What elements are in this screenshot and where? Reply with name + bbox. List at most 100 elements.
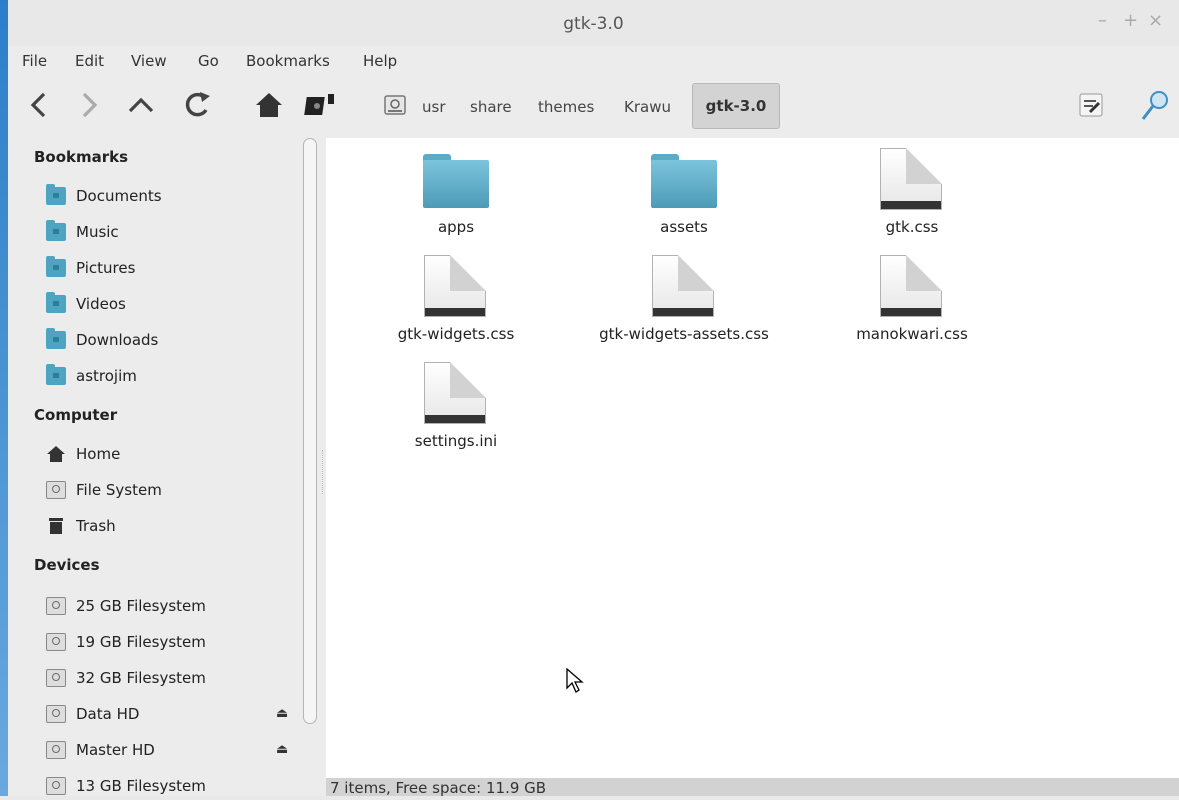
folder-icon bbox=[46, 292, 66, 313]
crumb-themes[interactable]: themes bbox=[538, 98, 594, 116]
sidebar-item-label: 13 GB Filesystem bbox=[76, 777, 206, 795]
disk-icon[interactable] bbox=[378, 88, 412, 122]
text-file-icon bbox=[424, 362, 486, 424]
sidebar-item-device[interactable]: 25 GB Filesystem bbox=[46, 594, 282, 620]
sidebar-item-label: Downloads bbox=[76, 331, 159, 349]
file-manager-window: gtk-3.0 – + × File Edit View Go Bookmark… bbox=[8, 0, 1179, 797]
home-icon[interactable] bbox=[252, 88, 286, 122]
crumb-krawu[interactable]: Krawu bbox=[624, 98, 671, 116]
sidebar-item-file-system[interactable]: File System bbox=[46, 478, 282, 504]
sidebar-item-label: Data HD bbox=[76, 705, 140, 723]
menu-view[interactable]: View bbox=[131, 52, 167, 70]
search-icon[interactable] bbox=[1138, 88, 1172, 122]
text-file-icon bbox=[424, 255, 486, 317]
sidebar-item-device[interactable]: 32 GB Filesystem bbox=[46, 666, 282, 692]
window-title: gtk-3.0 bbox=[563, 14, 624, 34]
sidebar-item-label: 32 GB Filesystem bbox=[76, 669, 206, 687]
sidebar-item-device[interactable]: 19 GB Filesystem bbox=[46, 630, 282, 656]
eject-icon[interactable]: ⏏ bbox=[276, 706, 288, 721]
disk-icon bbox=[46, 705, 66, 723]
minimize-button[interactable]: – bbox=[1098, 10, 1107, 31]
disk-icon bbox=[46, 777, 66, 795]
sidebar-item-label: Videos bbox=[76, 295, 126, 313]
sidebar-item-home[interactable]: Home bbox=[46, 442, 282, 468]
close-button[interactable]: × bbox=[1148, 10, 1163, 31]
text-file-icon bbox=[880, 255, 942, 317]
crumb-current[interactable]: gtk-3.0 bbox=[692, 83, 780, 129]
up-icon[interactable] bbox=[124, 88, 158, 122]
section-bookmarks: Bookmarks bbox=[34, 148, 129, 166]
sidebar-item-label: Music bbox=[76, 223, 119, 241]
sidebar-item-label: Home bbox=[76, 445, 121, 463]
reload-icon[interactable] bbox=[180, 88, 214, 122]
trash-icon bbox=[49, 518, 63, 534]
section-devices: Devices bbox=[34, 556, 100, 574]
title-bar[interactable]: gtk-3.0 – + × bbox=[8, 0, 1179, 46]
maximize-button[interactable]: + bbox=[1123, 10, 1138, 31]
sidebar-item-label: File System bbox=[76, 481, 162, 499]
menu-bar: File Edit View Go Bookmarks Help bbox=[8, 48, 1179, 76]
file-name: settings.ini bbox=[414, 432, 498, 450]
sidebar-item-label: 25 GB Filesystem bbox=[76, 597, 206, 615]
sidebar-item-astrojim[interactable]: astrojim bbox=[46, 364, 282, 390]
crumb-current-label: gtk-3.0 bbox=[705, 97, 767, 115]
menu-edit[interactable]: Edit bbox=[75, 52, 104, 70]
sidebar: Bookmarks Documents Music Pictures Video… bbox=[8, 138, 326, 796]
disk-icon bbox=[46, 597, 66, 615]
sidebar-item-pictures[interactable]: Pictures bbox=[46, 256, 282, 282]
crumb-share[interactable]: share bbox=[470, 98, 512, 116]
sidebar-item-trash[interactable]: Trash bbox=[46, 514, 282, 540]
sidebar-item-label: astrojim bbox=[76, 367, 137, 385]
sidebar-item-label: Documents bbox=[76, 187, 162, 205]
back-icon[interactable] bbox=[22, 88, 56, 122]
drive-icon[interactable] bbox=[304, 88, 338, 122]
menu-bookmarks[interactable]: Bookmarks bbox=[246, 52, 330, 70]
folder-icon bbox=[423, 154, 489, 208]
file-name: gtk-widgets.css bbox=[397, 325, 515, 343]
folder-icon bbox=[46, 220, 66, 241]
folder-icon bbox=[651, 154, 717, 208]
folder-icon bbox=[46, 328, 66, 349]
sidebar-item-music[interactable]: Music bbox=[46, 220, 282, 246]
folder-icon bbox=[46, 256, 66, 277]
file-name: apps bbox=[437, 218, 475, 236]
sidebar-item-master-hd[interactable]: Master HD bbox=[46, 738, 282, 764]
section-computer: Computer bbox=[34, 406, 118, 424]
sidebar-item-data-hd[interactable]: Data HD bbox=[46, 702, 282, 728]
text-file-icon bbox=[880, 148, 942, 210]
sidebar-item-label: Trash bbox=[76, 517, 116, 535]
notes-icon[interactable] bbox=[1074, 88, 1108, 122]
file-view[interactable]: apps assets gtk.css gtk-widgets.css gtk-… bbox=[326, 138, 1179, 778]
toolbar: usr share themes Krawu gtk-3.0 bbox=[8, 78, 1179, 134]
eject-icon[interactable]: ⏏ bbox=[276, 742, 288, 757]
disk-icon bbox=[46, 669, 66, 687]
status-bar: 7 items, Free space: 11.9 GB bbox=[326, 778, 1179, 797]
file-name: assets bbox=[660, 218, 708, 236]
forward-icon[interactable] bbox=[72, 88, 106, 122]
sidebar-scrollbar[interactable] bbox=[303, 138, 317, 724]
sidebar-item-label: Pictures bbox=[76, 259, 136, 277]
file-name: gtk.css bbox=[885, 218, 939, 236]
status-text: 7 items, Free space: 11.9 GB bbox=[330, 779, 547, 797]
sidebar-item-label: 19 GB Filesystem bbox=[76, 633, 206, 651]
folder-icon bbox=[46, 184, 66, 205]
mouse-pointer-icon bbox=[566, 668, 584, 693]
disk-icon bbox=[46, 633, 66, 651]
disk-icon bbox=[46, 741, 66, 759]
menu-go[interactable]: Go bbox=[198, 52, 219, 70]
sidebar-item-documents[interactable]: Documents bbox=[46, 184, 282, 210]
sidebar-item-label: Master HD bbox=[76, 741, 155, 759]
file-name: gtk-widgets-assets.css bbox=[599, 325, 769, 343]
text-file-icon bbox=[652, 255, 714, 317]
user-folder-icon bbox=[46, 364, 66, 385]
disk-icon bbox=[46, 481, 66, 499]
crumb-usr[interactable]: usr bbox=[422, 98, 446, 116]
sidebar-item-device[interactable]: 13 GB Filesystem bbox=[46, 774, 282, 800]
menu-help[interactable]: Help bbox=[363, 52, 397, 70]
home-icon bbox=[47, 446, 65, 462]
sidebar-item-downloads[interactable]: Downloads bbox=[46, 328, 282, 354]
file-name: manokwari.css bbox=[856, 325, 968, 343]
sidebar-item-videos[interactable]: Videos bbox=[46, 292, 282, 318]
desktop-edge bbox=[0, 0, 8, 796]
menu-file[interactable]: File bbox=[22, 52, 47, 70]
